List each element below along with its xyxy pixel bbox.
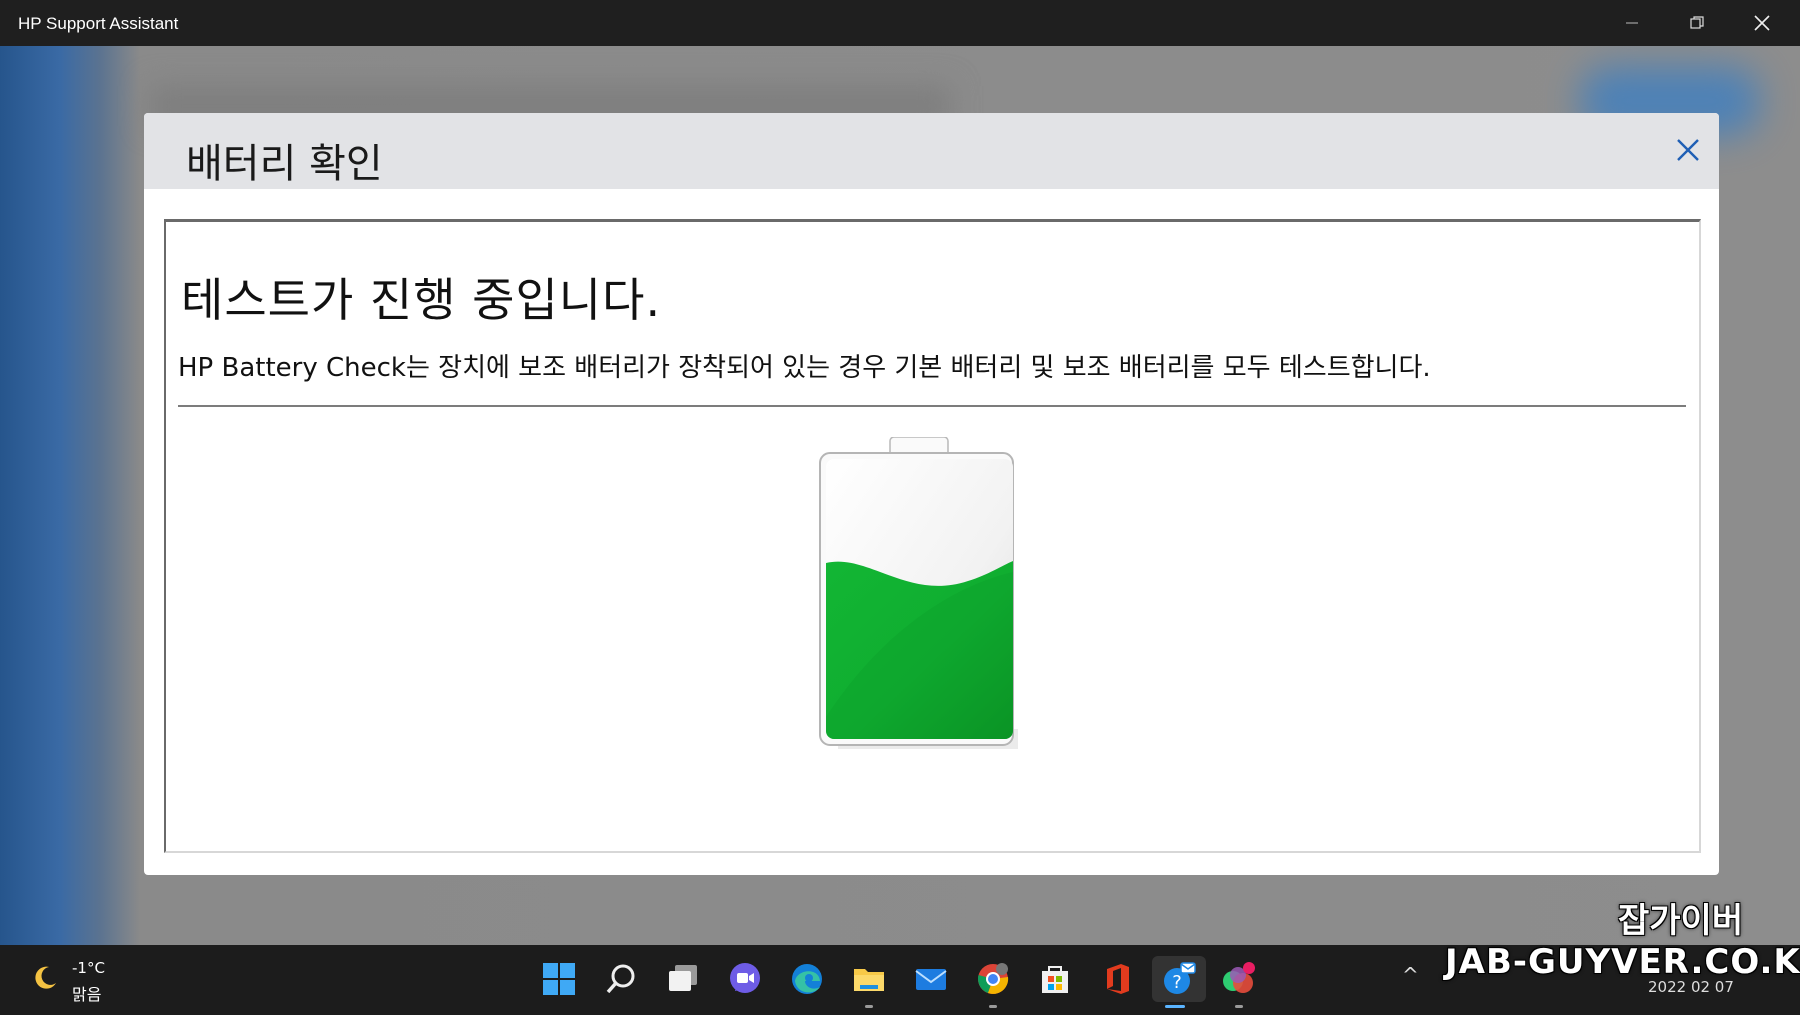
minimize-button[interactable] bbox=[1600, 0, 1664, 46]
progress-heading: 테스트가 진행 중입니다. bbox=[181, 273, 662, 327]
app-window: HP Support Assistant 배터리 확인 테스트가 진행 중입니다… bbox=[0, 0, 1800, 945]
chrome-icon bbox=[977, 963, 1009, 994]
chat-button[interactable] bbox=[722, 956, 768, 1002]
tray-overflow-chevron[interactable]: ^ bbox=[1402, 963, 1419, 1015]
battery-icon bbox=[819, 437, 1018, 749]
file-explorer-button[interactable] bbox=[846, 956, 892, 1008]
colorful-app-button[interactable] bbox=[1216, 956, 1262, 1008]
mail-icon bbox=[915, 969, 947, 990]
dialog-header: 배터리 확인 bbox=[144, 113, 1719, 189]
close-window-button[interactable] bbox=[1730, 0, 1794, 46]
running-indicator bbox=[989, 1005, 997, 1008]
divider bbox=[178, 405, 1686, 407]
window-title: HP Support Assistant bbox=[18, 14, 179, 33]
title-bar: HP Support Assistant bbox=[0, 0, 1800, 46]
running-indicator bbox=[1165, 1005, 1185, 1008]
dialog-close-button[interactable] bbox=[1671, 133, 1705, 167]
edge-button[interactable] bbox=[784, 956, 830, 1002]
watermark-url: JAB-GUYVER.CO.KR bbox=[1445, 942, 1800, 982]
chat-icon bbox=[730, 963, 760, 993]
task-view-button[interactable] bbox=[660, 956, 706, 1002]
running-indicator bbox=[1235, 1005, 1243, 1008]
search-icon bbox=[606, 964, 635, 994]
svg-text:?: ? bbox=[1172, 972, 1182, 993]
store-icon bbox=[1042, 966, 1068, 993]
search-button[interactable] bbox=[598, 956, 644, 1002]
start-button[interactable] bbox=[536, 956, 582, 1002]
test-panel: 테스트가 진행 중입니다. HP Battery Check는 장치에 보조 배… bbox=[164, 219, 1701, 853]
battery-check-dialog: 배터리 확인 테스트가 진행 중입니다. HP Battery Check는 장… bbox=[144, 113, 1719, 875]
task-view-icon bbox=[669, 965, 697, 991]
watermark-korean: 잡가이버 bbox=[1618, 901, 1744, 941]
restore-icon bbox=[1690, 16, 1704, 29]
close-icon bbox=[1677, 139, 1699, 161]
running-indicator bbox=[865, 1005, 873, 1008]
help-icon: ? bbox=[1164, 962, 1196, 994]
office-button[interactable] bbox=[1094, 956, 1140, 1002]
hp-support-assistant-button[interactable]: ? bbox=[1152, 956, 1206, 1008]
chrome-button[interactable] bbox=[970, 956, 1016, 1008]
edge-icon bbox=[792, 964, 822, 994]
office-icon bbox=[1107, 964, 1129, 994]
minimize-icon bbox=[1626, 22, 1638, 24]
test-description: HP Battery Check는 장치에 보조 배터리가 장착되어 있는 경우… bbox=[178, 353, 1431, 383]
folder-icon bbox=[854, 969, 884, 991]
app-icon bbox=[1223, 962, 1255, 993]
weather-condition: 맑음 bbox=[72, 985, 102, 1004]
moon-icon bbox=[35, 966, 56, 989]
store-button[interactable] bbox=[1032, 956, 1078, 1002]
dialog-title: 배터리 확인 bbox=[186, 141, 383, 187]
windows-logo-icon bbox=[543, 963, 575, 995]
close-icon bbox=[1754, 15, 1770, 31]
mail-button[interactable] bbox=[908, 956, 954, 1002]
weather-temperature: -1°C bbox=[72, 959, 105, 977]
maximize-button[interactable] bbox=[1665, 0, 1729, 46]
